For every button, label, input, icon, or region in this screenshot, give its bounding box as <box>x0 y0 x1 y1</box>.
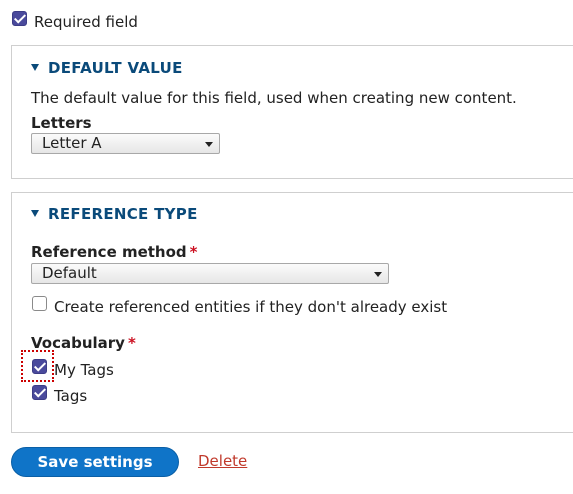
required-asterisk: * <box>127 334 136 352</box>
default-value-legend[interactable]: DEFAULT VALUE <box>31 59 183 77</box>
dropdown-arrow-icon <box>374 272 382 277</box>
letters-label: Letters <box>31 114 92 132</box>
create-entities-label: Create referenced entities if they don't… <box>54 298 448 316</box>
reference-method-select[interactable]: Default <box>31 263 389 284</box>
default-value-description: The default value for this field, used w… <box>31 89 517 107</box>
create-entities-checkbox[interactable] <box>32 296 47 311</box>
letters-select[interactable]: Letter A <box>31 133 220 154</box>
vocabulary-tags-checkbox[interactable] <box>32 385 47 400</box>
collapse-triangle-icon <box>31 64 39 71</box>
collapse-triangle-icon <box>31 210 39 217</box>
delete-link[interactable]: Delete <box>198 452 247 470</box>
letters-select-value: Letter A <box>42 134 102 152</box>
save-settings-button[interactable]: Save settings <box>11 447 179 477</box>
reference-type-legend-text: REFERENCE TYPE <box>48 205 198 223</box>
reference-method-label-text: Reference method <box>31 243 187 261</box>
reference-type-legend[interactable]: REFERENCE TYPE <box>31 205 198 223</box>
vocabulary-tags-label: Tags <box>54 387 88 405</box>
dropdown-arrow-icon <box>205 142 213 147</box>
default-value-legend-text: DEFAULT VALUE <box>48 59 183 77</box>
reference-method-select-value: Default <box>42 264 97 282</box>
vocabulary-my-tags-label: My Tags <box>54 361 114 379</box>
required-asterisk: * <box>189 243 198 261</box>
required-field-label: Required field <box>34 13 138 31</box>
vocabulary-my-tags-checkbox[interactable] <box>32 359 47 374</box>
required-field-checkbox[interactable] <box>12 11 27 26</box>
reference-method-label: Reference method * <box>31 243 198 261</box>
